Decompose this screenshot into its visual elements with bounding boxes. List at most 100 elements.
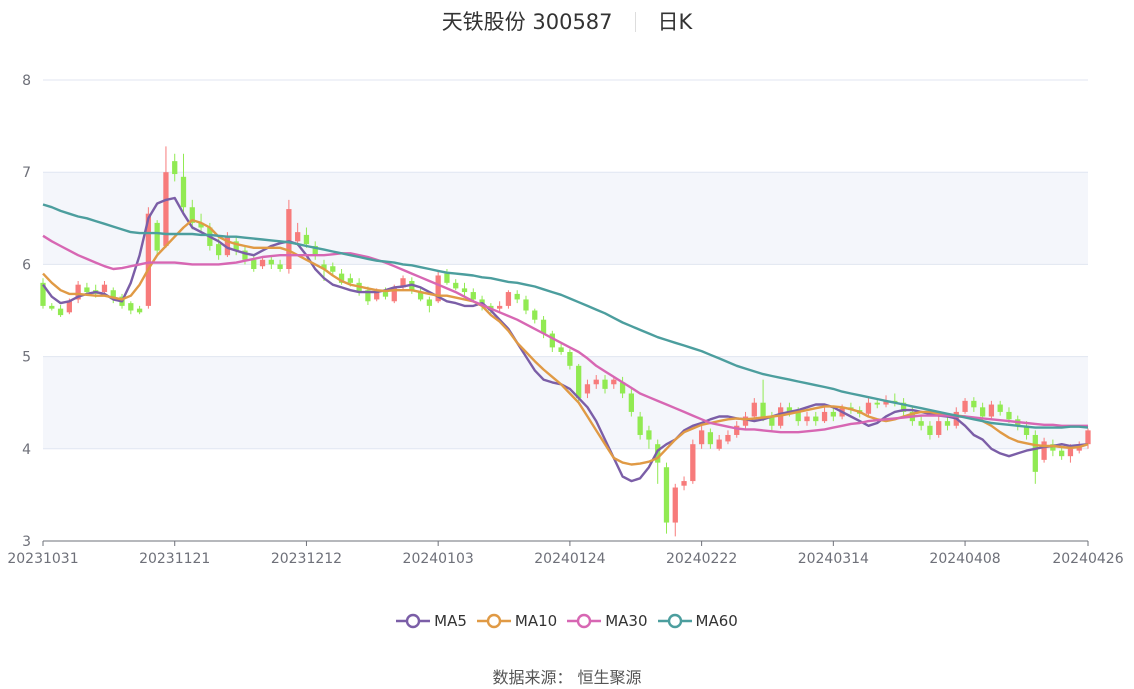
candle-body [988, 404, 995, 417]
candle-body [944, 421, 951, 426]
candle-body [215, 244, 222, 256]
candle-body [277, 264, 283, 270]
candle-body [918, 421, 924, 426]
candle-body [751, 402, 757, 417]
x-tick-label: 20231212 [271, 551, 342, 567]
candle-body [593, 379, 599, 385]
y-tick-label: 8 [22, 73, 31, 89]
candle-body [303, 234, 310, 245]
candle-body [286, 209, 292, 270]
candle-body [602, 379, 608, 389]
candle-body [101, 284, 108, 293]
candle-body [927, 425, 933, 435]
candle-body [514, 293, 520, 300]
x-tick-label: 20231031 [7, 551, 78, 567]
candle-body [505, 292, 512, 306]
candle-body [1006, 411, 1012, 420]
candle-body [979, 407, 986, 417]
legend-marker-icon [657, 613, 692, 629]
x-tick-label: 20240314 [798, 551, 869, 567]
candle-body [804, 416, 810, 422]
legend-item-ma10[interactable]: MA10 [476, 612, 558, 630]
data-source-label: 数据来源： [492, 668, 573, 687]
candle-body [962, 400, 968, 412]
y-tick-label: 6 [22, 257, 31, 273]
legend-marker-icon [396, 613, 431, 629]
candle-body [1067, 448, 1074, 457]
candle-body [936, 421, 942, 435]
candle-body [453, 282, 459, 289]
candle-body [128, 303, 134, 311]
y-tick-label: 4 [22, 442, 31, 458]
candle-body [971, 400, 977, 408]
candle-body [444, 273, 450, 283]
candle-body [681, 481, 687, 486]
legend-marker-icon [476, 613, 511, 629]
candle-body [698, 430, 705, 445]
candle-body [646, 430, 652, 440]
candle-body [672, 487, 678, 523]
candle-body [136, 308, 143, 313]
candle-body [997, 404, 1003, 412]
x-tick-label: 20240222 [666, 551, 737, 567]
x-tick-label: 20240408 [929, 551, 1000, 567]
x-tick-label: 20231121 [139, 551, 210, 567]
candle-body [347, 278, 353, 283]
candle-body [821, 411, 828, 422]
candle-body [716, 439, 722, 449]
legend-label: MA10 [514, 612, 558, 630]
legend-marker-icon [567, 613, 602, 629]
candle-body [611, 379, 617, 385]
legend-label: MA60 [695, 612, 738, 630]
candle-body [1032, 434, 1038, 472]
candle-body [1041, 441, 1047, 460]
candle-body [874, 402, 880, 405]
x-tick-label: 20240426 [1052, 551, 1123, 567]
candle-body [382, 292, 389, 297]
chart-legend: MA5 MA10 MA30 MA60 [0, 612, 1134, 630]
candle-body [84, 287, 90, 293]
candle-body [295, 232, 301, 242]
candle-body [268, 259, 274, 265]
candle-body [813, 416, 819, 422]
candle-body [584, 384, 591, 394]
candle-body [259, 259, 266, 267]
candle-body [690, 444, 696, 482]
grid-band [43, 172, 1088, 265]
candle-body [532, 310, 538, 320]
legend-item-ma5[interactable]: MA5 [396, 612, 467, 630]
candle-body [180, 176, 187, 208]
candle-body [567, 351, 573, 366]
candle-body [251, 259, 257, 270]
candle-body [154, 222, 160, 251]
candle-body [426, 299, 433, 306]
candle-body [725, 434, 731, 442]
x-tick-label: 20240124 [534, 551, 605, 567]
candlestick-chart: 3 4 5 6 7 8 20231031 20231121 20231212 20240103 20… [7, 73, 1123, 567]
candle-body [830, 411, 836, 417]
candle-body [576, 365, 582, 399]
candle-body [66, 301, 72, 313]
candle-body [1059, 450, 1065, 457]
legend-item-ma60[interactable]: MA60 [657, 612, 738, 630]
y-tick-label: 3 [22, 534, 31, 550]
x-tick-label: 20240103 [403, 551, 474, 567]
candle-body [57, 308, 64, 316]
candle-body [558, 347, 564, 352]
legend-label: MA30 [605, 612, 648, 630]
candle-body [461, 288, 468, 293]
candle-body [1085, 430, 1091, 445]
candle-body [172, 161, 178, 175]
legend-item-ma30[interactable]: MA30 [567, 612, 648, 630]
candle-body [663, 467, 670, 523]
candle-body [497, 305, 503, 309]
data-source: 数据来源： 恒生聚源 [0, 664, 1134, 688]
candle-body [470, 292, 476, 300]
candle-body [707, 432, 714, 445]
y-tick-label: 5 [22, 350, 31, 366]
candle-body [523, 299, 529, 311]
candle-body [637, 416, 643, 435]
legend-label: MA5 [434, 612, 467, 630]
candle-body [628, 393, 634, 412]
candle-body [760, 402, 766, 417]
